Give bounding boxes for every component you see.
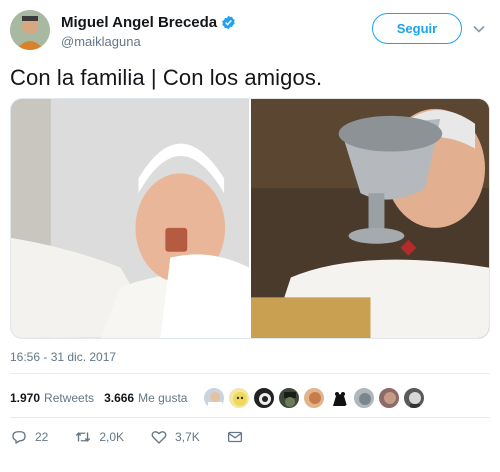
liker-avatar[interactable] xyxy=(278,387,301,409)
tweet-text: Con la familia | Con los amigos. xyxy=(10,65,323,90)
retweet-icon xyxy=(76,432,91,442)
tweet-actions: 22 2,0K 3,7K xyxy=(10,427,277,447)
retweets-label: Retweets xyxy=(44,391,95,405)
liker-avatar[interactable] xyxy=(228,387,251,409)
user-handle[interactable]: @maiklaguna xyxy=(61,34,141,49)
retweets-stat[interactable]: 1.970 Retweets xyxy=(10,391,94,405)
liker-avatar[interactable] xyxy=(403,387,426,409)
reply-count: 22 xyxy=(35,430,49,444)
media-image-left[interactable] xyxy=(11,99,249,338)
tweet-header: Miguel Angel Breceda @maiklaguna Seguir xyxy=(10,10,490,54)
user-avatar[interactable] xyxy=(10,10,50,50)
likes-label: Me gusta xyxy=(138,391,188,405)
liker-avatars xyxy=(203,387,428,409)
verified-badge-icon xyxy=(222,15,235,30)
likes-stat[interactable]: 3.666 Me gusta xyxy=(104,391,187,405)
tweet-stats: 1.970 Retweets 3.666 Me gusta xyxy=(10,383,428,413)
liker-avatar[interactable] xyxy=(303,387,326,409)
divider xyxy=(10,417,490,418)
retweet-count: 2,0K xyxy=(99,430,125,444)
like-button[interactable]: 3,7K xyxy=(150,428,200,446)
display-name[interactable]: Miguel Angel Breceda xyxy=(61,14,217,31)
tweet-media[interactable] xyxy=(10,98,490,339)
heart-icon xyxy=(151,431,167,444)
reply-icon xyxy=(12,431,26,444)
liker-avatar[interactable] xyxy=(253,387,276,409)
liker-avatar[interactable] xyxy=(203,387,226,409)
likes-count: 3.666 xyxy=(104,391,135,405)
liker-avatar[interactable] xyxy=(328,387,351,409)
chevron-down-icon[interactable] xyxy=(472,22,486,36)
envelope-icon xyxy=(227,431,242,443)
liker-avatar[interactable] xyxy=(378,387,401,409)
divider xyxy=(10,373,490,374)
name-row: Miguel Angel Breceda xyxy=(61,14,236,31)
follow-button[interactable]: Seguir xyxy=(372,13,462,44)
retweet-button[interactable]: 2,0K xyxy=(74,428,124,446)
reply-button[interactable]: 22 xyxy=(10,428,48,446)
media-image-right[interactable] xyxy=(251,99,489,338)
liker-avatar[interactable] xyxy=(353,387,376,409)
retweets-count: 1.970 xyxy=(10,391,41,405)
tweet-timestamp[interactable]: 16:56 - 31 dic. 2017 xyxy=(10,350,116,364)
direct-message-button[interactable] xyxy=(226,428,251,446)
like-count: 3,7K xyxy=(175,430,200,444)
